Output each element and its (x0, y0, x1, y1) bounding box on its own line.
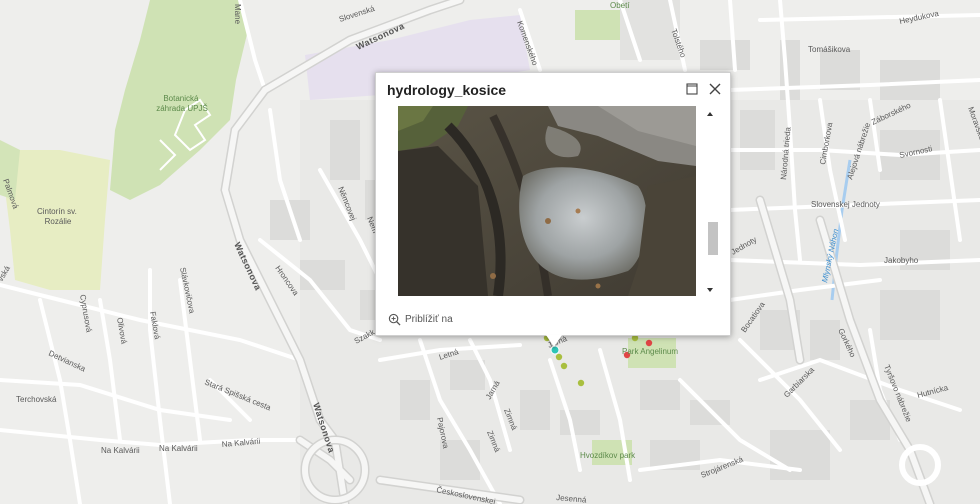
marker-green[interactable] (560, 362, 568, 370)
zoom-in-icon (388, 313, 401, 326)
street-label: Tomášikova (808, 45, 851, 54)
scroll-down-arrow-icon[interactable] (707, 288, 713, 292)
close-icon[interactable] (707, 81, 723, 97)
scroll-thumb[interactable] (708, 222, 718, 255)
marker-red[interactable] (645, 339, 653, 347)
maximize-icon[interactable] (684, 81, 700, 97)
attachment-photo[interactable] (398, 106, 696, 296)
street-label: Na Kalvárii (101, 446, 140, 455)
street-label: Mane (233, 4, 242, 25)
park-label: Hvozdíkov park (580, 451, 636, 460)
botanical-line-1: Botanická (163, 94, 199, 103)
popup-pointer (546, 335, 562, 347)
street-label: Jakobyho (884, 256, 919, 265)
park-label: Obetí (610, 1, 630, 10)
area-label-botanical: Botanická záhrada UPJŠ (156, 94, 208, 113)
cemetery-line-1: Cintorín sv. (37, 207, 77, 216)
scroll-up-arrow-icon[interactable] (707, 112, 713, 116)
street-label: Slovenskej Jednoty (811, 200, 880, 209)
feature-popup: hydrology_kosice Priblížiť na (375, 72, 731, 336)
popup-scrollbar[interactable] (704, 106, 718, 296)
street-label: Jesenná (556, 493, 587, 504)
street-label: Na Kalvárii (159, 444, 198, 453)
zoom-to-label: Priblížiť na (405, 314, 453, 325)
marker-green[interactable] (577, 379, 585, 387)
popup-title: hydrology_kosice (387, 82, 507, 98)
street-label: Terchovská (16, 395, 57, 404)
park-label: Park Angelinum (622, 347, 678, 356)
zoom-to-action[interactable]: Priblížiť na (388, 313, 453, 326)
popup-content[interactable] (398, 106, 720, 296)
marker-green[interactable] (555, 353, 563, 361)
cemetery-line-2: Rozálie (45, 217, 72, 226)
botanical-line-2: záhrada UPJŠ (156, 104, 208, 113)
